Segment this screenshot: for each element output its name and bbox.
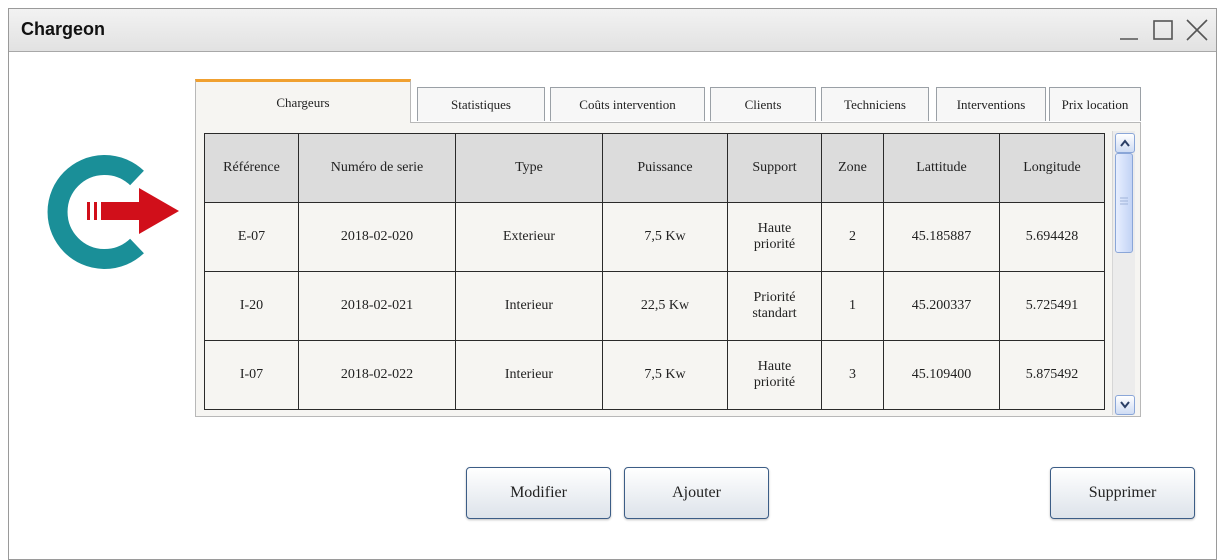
table-cell[interactable]: 7,5 Kw [602,340,728,410]
column-header-reference[interactable]: Référence [204,133,299,203]
table-cell[interactable]: I-07 [204,340,299,410]
vertical-scrollbar[interactable] [1112,131,1135,415]
minimize-icon[interactable] [1116,17,1142,43]
table-row[interactable]: I-07 2018-02-022 Interieur 7,5 Kw Haute … [204,340,1105,410]
close-icon[interactable] [1184,17,1210,43]
table-cell[interactable]: 2 [821,202,884,272]
table-cell[interactable]: E-07 [204,202,299,272]
chargeurs-panel: Référence Numéro de serie Type Puissance… [195,122,1141,417]
tab-interventions[interactable]: Interventions [936,87,1046,121]
table-cell[interactable]: 45.109400 [883,340,1000,410]
column-header-numero-serie[interactable]: Numéro de serie [298,133,456,203]
support-cell-text: Haute priorité [753,221,796,252]
scroll-down-button[interactable] [1115,395,1135,415]
table-cell[interactable]: 5.725491 [999,271,1105,341]
modifier-button[interactable]: Modifier [466,467,611,519]
column-header-lattitude[interactable]: Lattitude [883,133,1000,203]
table-cell[interactable]: 1 [821,271,884,341]
column-header-longitude[interactable]: Longitude [999,133,1105,203]
table-cell[interactable]: Haute priorité [727,340,822,410]
title-bar: Chargeon [9,9,1216,52]
table-cell[interactable]: 3 [821,340,884,410]
ajouter-button[interactable]: Ajouter [624,467,769,519]
table-cell[interactable]: 45.185887 [883,202,1000,272]
table-cell[interactable]: 45.200337 [883,271,1000,341]
table-header-row: Référence Numéro de serie Type Puissance… [204,133,1105,203]
supprimer-button[interactable]: Supprimer [1050,467,1195,519]
column-header-puissance[interactable]: Puissance [602,133,728,203]
app-window: Chargeon Chargeurs Statistiques Coûts in… [8,8,1217,560]
table-cell[interactable]: 2018-02-020 [298,202,456,272]
table-cell[interactable]: 2018-02-021 [298,271,456,341]
maximize-icon[interactable] [1150,17,1176,43]
chevron-down-icon [1120,401,1130,409]
table-cell[interactable]: Haute priorité [727,202,822,272]
tab-statistiques[interactable]: Statistiques [417,87,545,121]
tab-prix-location[interactable]: Prix location [1049,87,1141,121]
grip-icon [1120,197,1128,205]
chevron-up-icon [1120,139,1130,147]
table-cell[interactable]: I-20 [204,271,299,341]
table-cell[interactable]: 2018-02-022 [298,340,456,410]
table-cell[interactable]: 5.875492 [999,340,1105,410]
column-header-type[interactable]: Type [455,133,603,203]
chargeon-logo-icon [33,132,179,292]
support-cell-text: Priorité standart [752,290,797,321]
table-cell[interactable]: 7,5 Kw [602,202,728,272]
column-header-zone[interactable]: Zone [821,133,884,203]
scrollbar-thumb[interactable] [1115,153,1133,253]
table-row[interactable]: I-20 2018-02-021 Interieur 22,5 Kw Prior… [204,271,1105,341]
tab-couts-intervention[interactable]: Coûts intervention [550,87,705,121]
support-cell-text: Haute priorité [753,359,796,390]
table-cell[interactable]: Interieur [455,340,603,410]
tab-chargeurs[interactable]: Chargeurs [195,79,411,123]
table-row[interactable]: E-07 2018-02-020 Exterieur 7,5 Kw Haute … [204,202,1105,272]
window-title: Chargeon [21,19,106,39]
table-cell[interactable]: Exterieur [455,202,603,272]
table-cell[interactable]: 22,5 Kw [602,271,728,341]
tab-clients[interactable]: Clients [710,87,816,121]
scroll-up-button[interactable] [1115,133,1135,153]
table-cell[interactable]: 5.694428 [999,202,1105,272]
column-header-support[interactable]: Support [727,133,822,203]
chargeurs-table: Référence Numéro de serie Type Puissance… [204,133,1105,410]
table-cell[interactable]: Priorité standart [727,271,822,341]
tab-techniciens[interactable]: Techniciens [821,87,929,121]
table-cell[interactable]: Interieur [455,271,603,341]
